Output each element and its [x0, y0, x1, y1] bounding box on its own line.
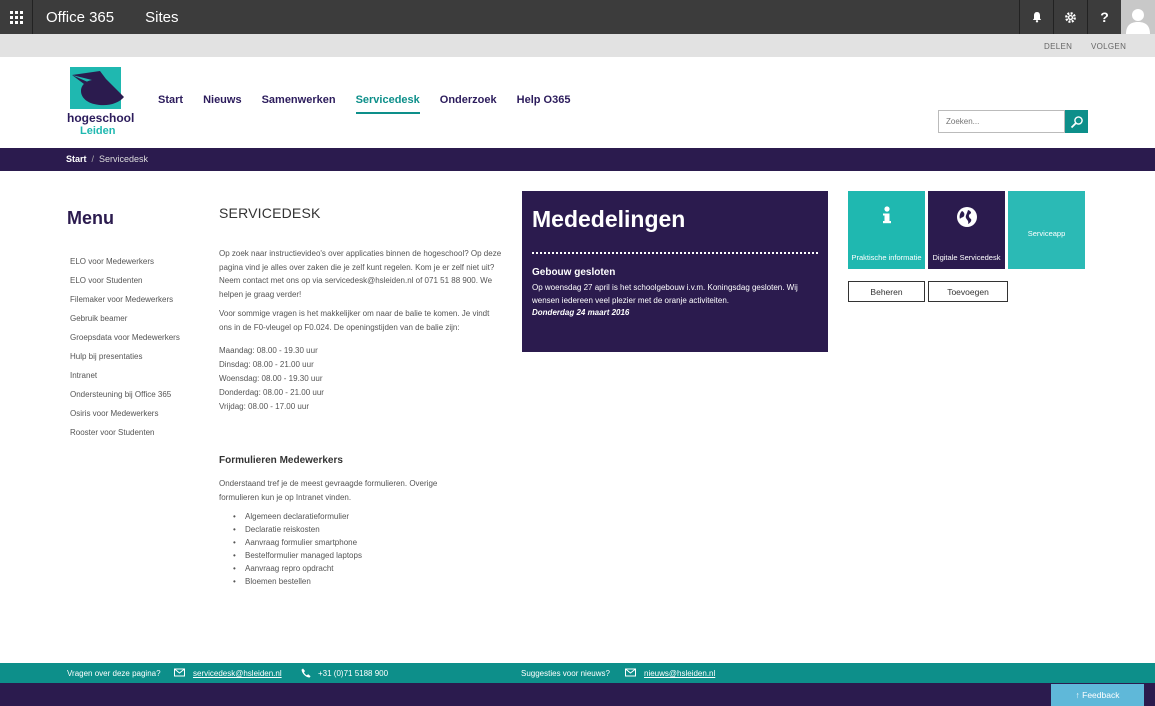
manage-tiles-button[interactable]: Beheren: [848, 281, 925, 302]
form-link[interactable]: Bestelformulier managed laptops: [233, 549, 362, 562]
ribbon-bar: DELEN VOLGEN: [0, 34, 1155, 57]
form-link[interactable]: Aanvraag formulier smartphone: [233, 536, 362, 549]
footer-news-question: Suggesties voor nieuws?: [521, 669, 610, 678]
announcements-title: Mededelingen: [532, 206, 686, 232]
forms-title: Formulieren Medewerkers: [219, 455, 343, 466]
form-link[interactable]: Aanvraag repro opdracht: [233, 562, 362, 575]
breadcrumb-separator: /: [91, 154, 95, 164]
announcement-date: Donderdag 24 maart 2016: [532, 308, 630, 317]
search-box: [938, 110, 1088, 133]
forms-intro: Onderstaand tref je de meest gevraagde f…: [219, 479, 438, 502]
tile-label: Praktische informatie: [851, 253, 922, 262]
menu-item[interactable]: Gebruik beamer: [70, 314, 180, 333]
add-tile-button[interactable]: Toevoegen: [928, 281, 1008, 302]
mail-icon: [625, 668, 636, 677]
logo-text-leiden: Leiden: [80, 125, 116, 137]
tile-label: Serviceapp: [1027, 229, 1066, 238]
suite-bar: Office 365 Sites ?: [0, 0, 1155, 34]
nav-nieuws[interactable]: Nieuws: [203, 94, 242, 114]
side-menu: ELO voor Medewerkers ELO voor Studenten …: [70, 257, 180, 447]
tile-digitale-servicedesk[interactable]: Digitale Servicedesk: [928, 191, 1005, 269]
menu-item[interactable]: ELO voor Medewerkers: [70, 257, 180, 276]
breadcrumb-bar: Start / Servicedesk: [0, 148, 1155, 171]
breadcrumb: Start / Servicedesk: [66, 154, 148, 164]
hours-line: Vrijdag: 08.00 - 17.00 uur: [219, 402, 309, 411]
menu-item[interactable]: Filemaker voor Medewerkers: [70, 295, 180, 314]
nav-start[interactable]: Start: [158, 94, 183, 114]
feedback-button[interactable]: ↑ Feedback: [1051, 684, 1144, 706]
footer-bottom-bar: [0, 683, 1155, 706]
form-link[interactable]: Algemeen declaratieformulier: [233, 510, 362, 523]
menu-item[interactable]: Osiris voor Medewerkers: [70, 409, 180, 428]
main-content: SERVICEDESK Op zoek naar instructievideo…: [219, 205, 504, 414]
menu-item[interactable]: Hulp bij presentaties: [70, 352, 180, 371]
dotted-divider: [532, 252, 818, 254]
menu-item[interactable]: Groepsdata voor Medewerkers: [70, 333, 180, 352]
forms-list: Algemeen declaratieformulier Declaratie …: [233, 510, 362, 588]
suite-brand-link[interactable]: Office 365: [46, 9, 114, 26]
page-title: SERVICEDESK: [219, 205, 321, 221]
logo-text-hogeschool: hogeschool: [67, 111, 135, 125]
follow-button[interactable]: VOLGEN: [1091, 42, 1126, 51]
hours-line: Woensdag: 08.00 - 19.30 uur: [219, 374, 323, 383]
avatar-icon[interactable]: [1121, 0, 1155, 34]
breadcrumb-current: Servicedesk: [99, 154, 149, 164]
share-button[interactable]: DELEN: [1044, 42, 1072, 51]
hours-line: Dinsdag: 08.00 - 21.00 uur: [219, 360, 314, 369]
search-button[interactable]: [1065, 110, 1088, 133]
search-icon: [1070, 115, 1083, 128]
hours-line: Donderdag: 08.00 - 21.00 uur: [219, 388, 324, 397]
announcement-title[interactable]: Gebouw gesloten: [532, 267, 615, 278]
footer-phone: +31 (0)71 5188 900: [318, 669, 389, 678]
menu-item[interactable]: Rooster voor Studenten: [70, 428, 180, 447]
menu-item[interactable]: ELO voor Studenten: [70, 276, 180, 295]
help-label: ?: [1100, 9, 1109, 25]
nav-servicedesk[interactable]: Servicedesk: [355, 94, 420, 114]
help-icon[interactable]: ?: [1087, 0, 1121, 34]
tile-praktische-informatie[interactable]: Praktische informatie: [848, 191, 925, 269]
info-icon: [882, 206, 891, 224]
footer-news-email-link[interactable]: nieuws@hsleiden.nl: [644, 669, 715, 678]
nav-help-o365[interactable]: Help O365: [517, 94, 571, 114]
desk-paragraph: Voor sommige vragen is het makkelijker o…: [219, 309, 490, 332]
search-input[interactable]: [938, 110, 1065, 133]
suite-sites-link[interactable]: Sites: [145, 9, 178, 26]
opening-hours: Maandag: 08.00 - 19.30 uur Dinsdag: 08.0…: [219, 344, 504, 414]
nav-onderzoek[interactable]: Onderzoek: [440, 94, 497, 114]
nav-samenwerken[interactable]: Samenwerken: [262, 94, 336, 114]
footer-email-link[interactable]: servicedesk@hsleiden.nl: [193, 669, 282, 678]
breadcrumb-home[interactable]: Start: [66, 154, 87, 164]
menu-item[interactable]: Ondersteuning bij Office 365: [70, 390, 180, 409]
mail-icon: [174, 668, 185, 677]
menu-item[interactable]: Intranet: [70, 371, 180, 390]
tile-label: Digitale Servicedesk: [932, 253, 1001, 262]
top-navigation: Start Nieuws Samenwerken Servicedesk Ond…: [158, 94, 590, 114]
intro-paragraph: Op zoek naar instructievideo's over appl…: [219, 249, 502, 299]
menu-title: Menu: [67, 208, 114, 228]
announcements-panel: Mededelingen Gebouw gesloten Op woensdag…: [522, 191, 828, 352]
form-link[interactable]: Bloemen bestellen: [233, 575, 362, 588]
form-link[interactable]: Declaratie reiskosten: [233, 523, 362, 536]
footer-contact-bar: Vragen over deze pagina? servicedesk@hsl…: [0, 663, 1155, 683]
tile-serviceapp[interactable]: Serviceapp: [1008, 191, 1085, 269]
announcement-body: Op woensdag 27 april is het schoolgebouw…: [532, 283, 798, 305]
gear-icon[interactable]: [1053, 0, 1087, 34]
footer-question: Vragen over deze pagina?: [67, 669, 161, 678]
hours-line: Maandag: 08.00 - 19.30 uur: [219, 346, 318, 355]
bell-icon[interactable]: [1019, 0, 1053, 34]
waffle-icon[interactable]: [0, 0, 33, 34]
phone-icon: [301, 668, 311, 678]
globe-icon: [956, 207, 977, 227]
